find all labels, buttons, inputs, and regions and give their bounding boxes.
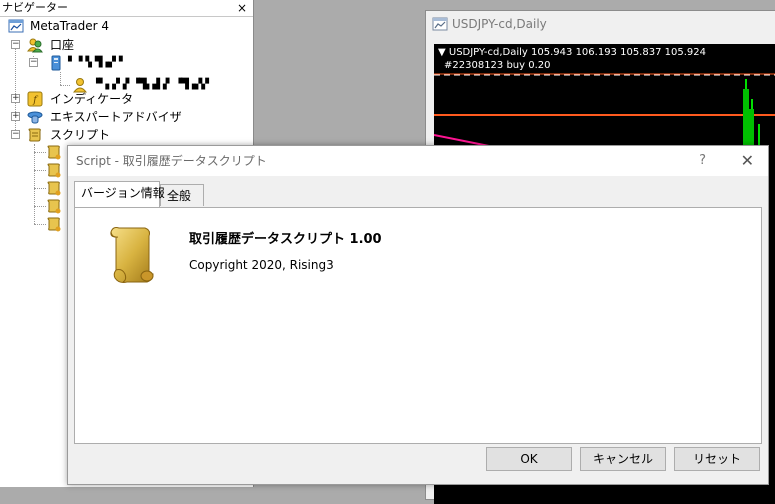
expand-icon[interactable]: + bbox=[11, 112, 20, 121]
chart-info-label: ▼ USDJPY-cd,Daily 105.943 106.193 105.83… bbox=[438, 47, 706, 58]
version-info-panel: 取引履歴データスクリプト 1.00 Copyright 2020, Rising… bbox=[74, 207, 762, 444]
scripts-folder-icon bbox=[28, 128, 41, 142]
tree-line bbox=[34, 152, 46, 153]
tree-item-account-label: ▘▝▝▖▜▗▞▝ bbox=[68, 57, 123, 68]
tree-item-scripts[interactable]: − スクリプト bbox=[0, 126, 250, 144]
tree-item-indicators[interactable]: + f インディケータ bbox=[0, 90, 250, 108]
navigator-close-button[interactable]: × bbox=[237, 0, 247, 16]
accounts-icon bbox=[27, 38, 43, 53]
collapse-icon[interactable]: − bbox=[11, 130, 20, 139]
indicator-icon: f bbox=[27, 91, 43, 107]
reset-button[interactable]: リセット bbox=[674, 447, 760, 471]
tree-line bbox=[34, 144, 35, 224]
close-button[interactable]: ✕ bbox=[741, 146, 754, 176]
chart-window-icon bbox=[432, 17, 448, 31]
script-scroll-icon bbox=[110, 227, 154, 283]
tree-item-accounts[interactable]: − 口座 bbox=[0, 36, 250, 54]
tab-general[interactable]: 全般 bbox=[160, 184, 204, 206]
tree-item-root[interactable]: MetaTrader 4 bbox=[0, 17, 250, 35]
collapse-icon[interactable]: − bbox=[29, 58, 38, 67]
script-dialog[interactable]: Script - 取引履歴データスクリプト ? ✕ バージョン情報 全般 取引履… bbox=[67, 145, 769, 485]
tree-line bbox=[34, 170, 46, 171]
tab-version-info[interactable]: バージョン情報 bbox=[74, 181, 165, 207]
help-button[interactable]: ? bbox=[699, 146, 706, 176]
tree-line bbox=[34, 224, 46, 225]
chart-titlebar[interactable]: USDJPY-cd,Daily bbox=[426, 11, 775, 37]
tree-item-scripts-label: スクリプト bbox=[50, 128, 111, 142]
server-icon bbox=[51, 55, 61, 71]
tree-item-experts[interactable]: + エキスパートアドバイザ bbox=[0, 108, 250, 126]
ok-button[interactable]: OK bbox=[486, 447, 572, 471]
tree-item-indicators-label: インディケータ bbox=[50, 92, 134, 106]
collapse-icon[interactable]: − bbox=[11, 40, 20, 49]
candle-body bbox=[743, 89, 749, 149]
metatrader-icon bbox=[8, 19, 24, 33]
dialog-title: Script - 取引履歴データスクリプト bbox=[76, 154, 267, 168]
expert-advisor-icon bbox=[27, 111, 43, 124]
script-icon[interactable] bbox=[46, 162, 62, 178]
dialog-titlebar[interactable]: Script - 取引履歴データスクリプト ? ✕ bbox=[68, 146, 768, 176]
trade-label: #22308123 buy 0.20 bbox=[444, 60, 551, 71]
navigator-titlebar: ナビゲーター × bbox=[0, 0, 253, 17]
copyright-text: Copyright 2020, Rising3 bbox=[189, 258, 334, 272]
tree-line bbox=[34, 206, 46, 207]
script-icon[interactable] bbox=[46, 216, 62, 232]
tree-item-account[interactable]: − ▘▝▝▖▜▗▞▝ bbox=[0, 54, 250, 72]
chart-window-title: USDJPY-cd,Daily bbox=[452, 17, 547, 31]
script-icon[interactable] bbox=[46, 144, 62, 160]
cancel-button[interactable]: キャンセル bbox=[580, 447, 666, 471]
script-icon[interactable] bbox=[46, 180, 62, 196]
tree-item-root-label: MetaTrader 4 bbox=[30, 19, 110, 33]
navigator-title: ナビゲーター bbox=[2, 1, 68, 14]
tree-item-accounts-label: 口座 bbox=[50, 38, 75, 52]
script-title: 取引履歴データスクリプト 1.00 bbox=[189, 232, 382, 247]
tree-item-experts-label: エキスパートアドバイザ bbox=[50, 110, 182, 124]
tree-line bbox=[34, 188, 46, 189]
script-icon[interactable] bbox=[46, 198, 62, 214]
expand-icon[interactable]: + bbox=[11, 94, 20, 103]
